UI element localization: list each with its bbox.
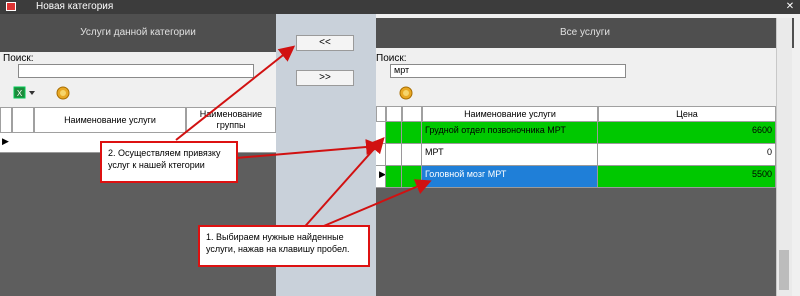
arrow-to-add-button	[175, 45, 296, 141]
arrow-to-row-1	[235, 139, 382, 159]
callout-step-1: 1. Выбираем нужные найденные услуги, наж…	[198, 225, 370, 267]
callout-step-2: 2. Осуществляем привязку услуг к нашей к…	[100, 141, 238, 183]
